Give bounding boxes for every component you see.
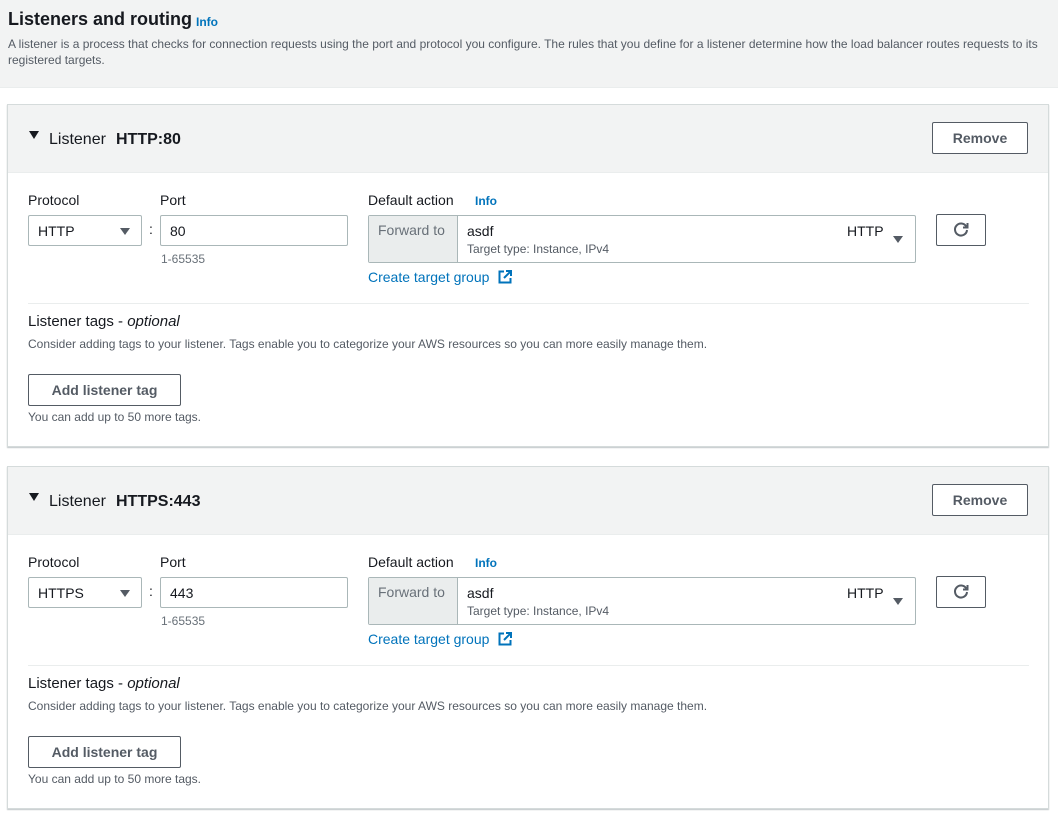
default-action-select[interactable]: Forward to asdf Target type: Instance, I… [368, 215, 916, 263]
tags-title-text: Listener tags - [28, 675, 128, 692]
external-link-icon[interactable] [498, 632, 512, 646]
triangle-down-icon [893, 598, 903, 605]
triangle-down-icon [893, 236, 903, 243]
target-group-type: Target type: Instance, IPv4 [467, 604, 610, 618]
target-group-protocol: HTTP [847, 585, 884, 601]
create-target-group-link[interactable]: Create target group [368, 269, 489, 285]
protocol-select[interactable]: HTTP [28, 215, 142, 246]
create-target-group-link[interactable]: Create target group [368, 631, 489, 647]
remove-button[interactable]: Remove [932, 484, 1028, 516]
target-group-name: asdf [467, 223, 494, 239]
page-title: Listeners and routing [8, 9, 193, 29]
forward-to-prefix: Forward to [369, 216, 458, 262]
port-input[interactable] [160, 577, 348, 608]
add-listener-tag-button[interactable]: Add listener tag [28, 374, 181, 406]
refresh-icon [954, 222, 969, 237]
listener-tags-title: Listener tags - optional [28, 675, 180, 692]
listener-label: Listener [49, 493, 106, 510]
target-group-name: asdf [467, 585, 494, 601]
external-link-icon[interactable] [498, 270, 512, 284]
listener-panel-https: Listener HTTPS:443 Remove Protocol Port … [7, 466, 1049, 809]
caret-down-icon[interactable] [29, 493, 39, 501]
tags-title-text: Listener tags - [28, 313, 128, 330]
listener-panel-http: Listener HTTP:80 Remove Protocol Port De… [7, 104, 1049, 447]
port-input[interactable] [160, 215, 348, 246]
refresh-icon [954, 584, 969, 599]
remove-button[interactable]: Remove [932, 122, 1028, 154]
listener-header: Listener HTTPS:443 Remove [8, 467, 1048, 535]
protocol-label: Protocol [28, 192, 80, 208]
tags-limit-hint: You can add up to 50 more tags. [28, 772, 202, 786]
colon-separator: : [149, 583, 153, 599]
port-label: Port [160, 554, 186, 570]
default-action-label: Default action [368, 554, 454, 570]
refresh-button[interactable] [936, 214, 986, 246]
page-description: A listener is a process that checks for … [8, 37, 1038, 67]
divider [28, 303, 1029, 304]
divider [28, 665, 1029, 666]
listener-tags-description: Consider adding tags to your listener. T… [28, 699, 708, 713]
port-hint: 1-65535 [161, 614, 206, 628]
listener-tags-title: Listener tags - optional [28, 313, 180, 330]
protocol-label: Protocol [28, 554, 80, 570]
protocol-select[interactable]: HTTPS [28, 577, 142, 608]
tags-limit-hint: You can add up to 50 more tags. [28, 410, 202, 424]
info-link[interactable]: Info [196, 15, 218, 29]
caret-down-icon[interactable] [29, 131, 39, 139]
default-action-label: Default action [368, 192, 454, 208]
triangle-down-icon [120, 228, 130, 235]
default-action-info-link[interactable]: Info [475, 194, 497, 208]
listener-header: Listener HTTP:80 Remove [8, 105, 1048, 173]
tags-optional-text: optional [127, 313, 180, 330]
triangle-down-icon [120, 590, 130, 597]
page-header: Listeners and routing Info A listener is… [0, 0, 1058, 88]
port-label: Port [160, 192, 186, 208]
listener-label: Listener [49, 131, 106, 148]
port-hint: 1-65535 [161, 252, 206, 266]
listener-name: HTTPS:443 [116, 493, 201, 510]
listener-tags-description: Consider adding tags to your listener. T… [28, 337, 708, 351]
protocol-value: HTTP [38, 223, 75, 239]
colon-separator: : [149, 221, 153, 237]
tags-optional-text: optional [127, 675, 180, 692]
default-action-select[interactable]: Forward to asdf Target type: Instance, I… [368, 577, 916, 625]
add-listener-tag-button[interactable]: Add listener tag [28, 736, 181, 768]
target-group-type: Target type: Instance, IPv4 [467, 242, 610, 256]
forward-to-prefix: Forward to [369, 578, 458, 624]
protocol-value: HTTPS [38, 585, 84, 601]
listener-name: HTTP:80 [116, 131, 181, 148]
refresh-button[interactable] [936, 576, 986, 608]
target-group-protocol: HTTP [847, 223, 884, 239]
default-action-info-link[interactable]: Info [475, 556, 497, 570]
